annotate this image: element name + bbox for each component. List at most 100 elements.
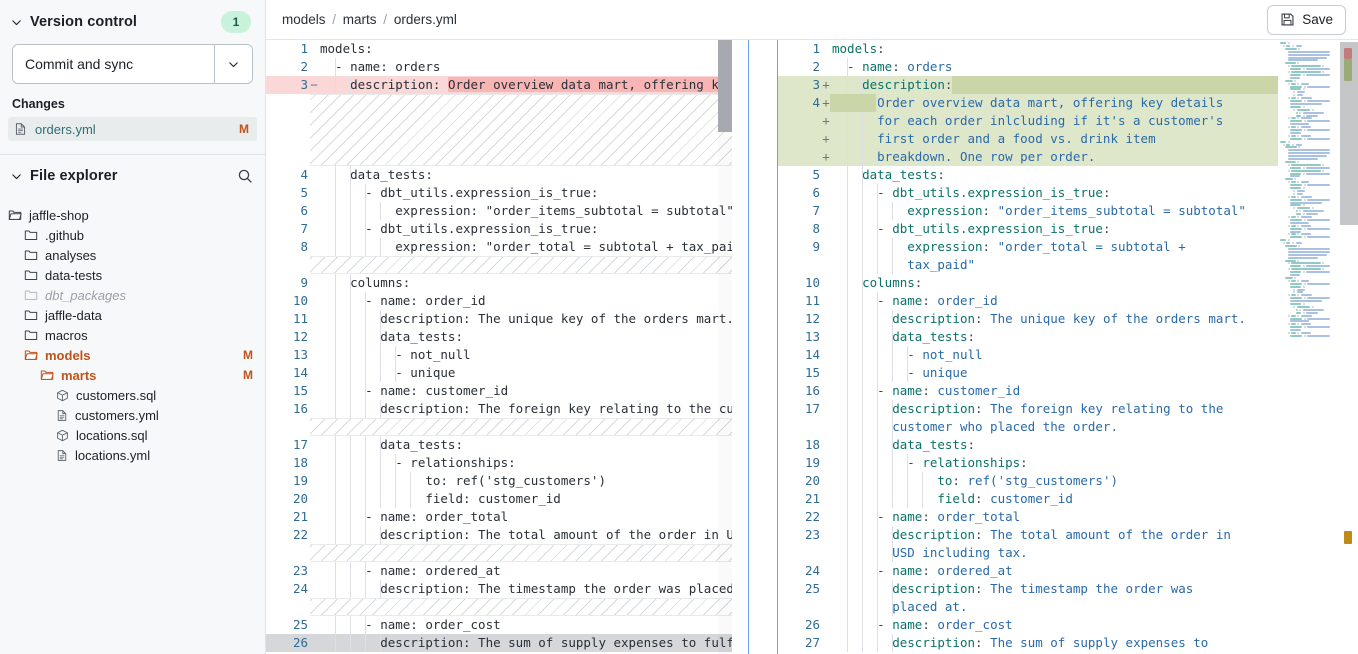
tree-item-dbt-packages[interactable]: dbt_packages: [0, 285, 265, 305]
original-code-line[interactable]: 14 - unique: [266, 364, 748, 382]
original-code-line[interactable]: 6 expression: "order_items_subtotal = su…: [266, 202, 748, 220]
original-code-line[interactable]: 9 columns:: [266, 274, 748, 292]
modified-code-line[interactable]: 12 description: The unique key of the or…: [778, 310, 1358, 328]
breadcrumb-item-orders-yml[interactable]: orders.yml: [394, 12, 457, 27]
tree-item-jaffle-data[interactable]: jaffle-data: [0, 305, 265, 325]
tree-item-macros[interactable]: macros: [0, 325, 265, 345]
tree-item-marts[interactable]: martsM: [0, 365, 265, 385]
scrollbar-thumb[interactable]: [718, 40, 732, 132]
modified-code-line[interactable]: 27 description: The sum of supply expens…: [778, 634, 1358, 652]
original-code-line[interactable]: 21 - name: order_total: [266, 508, 748, 526]
modified-code-line[interactable]: 3+ description:: [778, 76, 1358, 94]
modified-code-line[interactable]: 13 data_tests:: [778, 328, 1358, 346]
original-code-line[interactable]: 22 description: The total amount of the …: [266, 526, 748, 544]
modified-code-line[interactable]: + first order and a food vs. drink item: [778, 130, 1358, 148]
modified-code-line[interactable]: 21 field: customer_id: [778, 490, 1358, 508]
tree-item-locations-yml[interactable]: locations.yml: [0, 445, 265, 465]
original-vertical-scrollbar[interactable]: [718, 40, 732, 654]
modified-code-line[interactable]: customer who placed the order.: [778, 418, 1358, 436]
tree-item-models[interactable]: modelsM: [0, 345, 265, 365]
modified-code-line[interactable]: 22 - name: order_total: [778, 508, 1358, 526]
tree-item-customers-yml[interactable]: customers.yml: [0, 405, 265, 425]
minimap-line: [1297, 193, 1303, 195]
version-control-header[interactable]: Version control 1: [0, 0, 265, 44]
modified-code-line[interactable]: 4+ Order overview data mart, offering ke…: [778, 94, 1358, 112]
original-code-line[interactable]: 8 expression: "order_total = subtotal + …: [266, 238, 748, 256]
tree-item--github[interactable]: .github: [0, 225, 265, 245]
minimap-line: [1298, 245, 1300, 247]
original-code-line[interactable]: 11 description: The unique key of the or…: [266, 310, 748, 328]
modified-code-line[interactable]: 11 - name: order_id: [778, 292, 1358, 310]
original-code-line[interactable]: 26 description: The sum of supply expens…: [266, 634, 748, 652]
tree-item-locations-sql[interactable]: locations.sql: [0, 425, 265, 445]
breadcrumb-item-models[interactable]: models: [282, 12, 326, 27]
modified-code-line[interactable]: 7 expression: "order_items_subtotal = su…: [778, 202, 1358, 220]
tree-item-analyses[interactable]: analyses: [0, 245, 265, 265]
minimap-line: [1288, 59, 1319, 61]
modified-code-line[interactable]: 19 - relationships:: [778, 454, 1358, 472]
modified-code-line[interactable]: 9 expression: "order_total = subtotal +: [778, 238, 1358, 256]
modified-code-line[interactable]: 2 - name: orders: [778, 58, 1358, 76]
original-code-line[interactable]: 4 data_tests:: [266, 166, 748, 184]
modified-code-line[interactable]: 10 columns:: [778, 274, 1358, 292]
original-code-line[interactable]: 5 - dbt_utils.expression_is_true:: [266, 184, 748, 202]
modified-code-line[interactable]: 5 data_tests:: [778, 166, 1358, 184]
original-code-line[interactable]: 1models:: [266, 40, 748, 58]
modified-code-line[interactable]: 25 description: The timestamp the order …: [778, 580, 1358, 598]
modified-code-line[interactable]: 6 - dbt_utils.expression_is_true:: [778, 184, 1358, 202]
search-icon[interactable]: [237, 168, 253, 184]
original-code-line[interactable]: 24 description: The timestamp the order …: [266, 580, 748, 598]
chevron-down-icon[interactable]: [8, 14, 24, 30]
original-code-line[interactable]: 25 - name: order_cost: [266, 616, 748, 634]
original-code-line[interactable]: 17 data_tests:: [266, 436, 748, 454]
modified-code-line[interactable]: + for each order inlcluding if it's a cu…: [778, 112, 1358, 130]
original-code-line[interactable]: 23 - name: ordered_at: [266, 562, 748, 580]
modified-code-line[interactable]: 18 data_tests:: [778, 436, 1358, 454]
minimap-line: [1288, 155, 1327, 157]
diff-pane-original[interactable]: 1models:2 - name: orders3− description: …: [266, 40, 748, 654]
original-code-line[interactable]: 12 data_tests:: [266, 328, 748, 346]
diff-pane-modified[interactable]: 1models:2 - name: orders3+ description: …: [778, 40, 1358, 654]
modified-code-line[interactable]: + breakdown. One row per order.: [778, 148, 1358, 166]
tree-item-customers-sql[interactable]: customers.sql: [0, 385, 265, 405]
modified-code-line[interactable]: 14 - not_null: [778, 346, 1358, 364]
tree-item-data-tests[interactable]: data-tests: [0, 265, 265, 285]
modified-code-line[interactable]: 23 description: The total amount of the …: [778, 526, 1358, 544]
change-list-item[interactable]: orders.yml M: [8, 117, 257, 141]
original-code-line[interactable]: 19 to: ref('stg_customers'): [266, 472, 748, 490]
modified-code-line[interactable]: 24 - name: ordered_at: [778, 562, 1358, 580]
original-code-line[interactable]: 3− description: Order overview data mart…: [266, 76, 748, 94]
original-code-line[interactable]: 7 - dbt_utils.expression_is_true:: [266, 220, 748, 238]
modified-code-line[interactable]: 1models:: [778, 40, 1358, 58]
modified-code-line[interactable]: 26 - name: order_cost: [778, 616, 1358, 634]
modified-code-line[interactable]: 15 - unique: [778, 364, 1358, 382]
code-minimap[interactable]: [1278, 40, 1340, 654]
tree-item-jaffle-shop[interactable]: jaffle-shop: [0, 205, 265, 225]
code-token: [832, 203, 907, 218]
modified-vertical-scrollbar[interactable]: [1340, 40, 1358, 654]
original-code-line[interactable]: 18 - relationships:: [266, 454, 748, 472]
commit-and-sync-button[interactable]: Commit and sync: [13, 45, 214, 83]
modified-code-line[interactable]: 20 to: ref('stg_customers'): [778, 472, 1358, 490]
chevron-down-icon[interactable]: [8, 168, 24, 184]
original-code-line[interactable]: 20 field: customer_id: [266, 490, 748, 508]
original-code-line[interactable]: 10 - name: order_id: [266, 292, 748, 310]
original-code-line[interactable]: 16 description: The foreign key relating…: [266, 400, 748, 418]
original-code-line[interactable]: 15 - name: customer_id: [266, 382, 748, 400]
minimap-line: [1306, 115, 1318, 117]
original-code-line[interactable]: 2 - name: orders: [266, 58, 748, 76]
modified-code-line[interactable]: 8 - dbt_utils.expression_is_true:: [778, 220, 1358, 238]
modified-code-line[interactable]: USD including tax.: [778, 544, 1358, 562]
save-button[interactable]: Save: [1267, 5, 1346, 35]
file-explorer-header[interactable]: File explorer: [0, 155, 265, 197]
code-token: -: [832, 383, 892, 398]
breadcrumb-item-marts[interactable]: marts: [343, 12, 377, 27]
original-code-line[interactable]: 13 - not_null: [266, 346, 748, 364]
commit-options-chevron-down-icon[interactable]: [214, 45, 252, 83]
breadcrumb[interactable]: models / marts / orders.yml: [282, 12, 457, 27]
modified-code-line[interactable]: tax_paid": [778, 256, 1358, 274]
code-token: first order and a food vs. drink item: [877, 131, 1155, 146]
modified-code-line[interactable]: 16 - name: customer_id: [778, 382, 1358, 400]
modified-code-line[interactable]: 17 description: The foreign key relating…: [778, 400, 1358, 418]
modified-code-line[interactable]: placed at.: [778, 598, 1358, 616]
